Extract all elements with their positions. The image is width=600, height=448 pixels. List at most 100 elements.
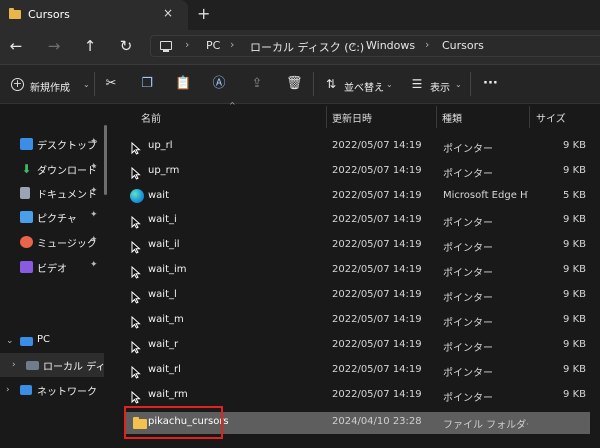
pin-icon: ✦ — [90, 137, 98, 147]
column-header-type[interactable]: 種類 — [442, 110, 462, 125]
file-size: 9 KB — [563, 314, 586, 325]
breadcrumb-pc[interactable]: PC — [206, 39, 220, 52]
sidebar-item-documents[interactable]: ドキュメント ✦ — [20, 184, 112, 206]
toolbar-divider — [94, 72, 95, 96]
column-header-date[interactable]: 更新日時 — [332, 110, 372, 125]
file-name: wait_rl — [148, 364, 181, 375]
file-row[interactable]: up_rm 2022/05/07 14:19 ポインター 9 KB — [120, 159, 590, 184]
file-date: 2022/05/07 14:19 — [332, 314, 422, 325]
file-date: 2022/05/07 14:19 — [332, 190, 422, 201]
sidebar-item-downloads[interactable]: ⬇ ダウンロード ✦ — [20, 160, 112, 182]
paste-icon[interactable]: 📋 — [175, 76, 191, 92]
file-type: Microsoft Edge HT... — [443, 190, 528, 201]
breadcrumb-separator: › — [351, 38, 356, 51]
file-date: 2022/05/07 14:19 — [332, 140, 422, 151]
edge-icon — [130, 189, 144, 203]
sidebar-item-label: ネットワーク — [37, 387, 97, 398]
sidebar-item-desktop[interactable]: デスクトップ ✦ — [20, 135, 112, 157]
tab-title: Cursors — [28, 8, 70, 21]
file-size: 9 KB — [563, 389, 586, 400]
cursor-icon — [131, 314, 141, 329]
sort-button[interactable]: 並べ替え — [344, 79, 384, 94]
file-row[interactable]: wait_m 2022/05/07 14:19 ポインター 9 KB — [120, 308, 590, 333]
file-size: 5 KB — [563, 190, 586, 201]
file-name: up_rl — [148, 140, 173, 151]
file-row[interactable]: wait_r 2022/05/07 14:19 ポインター 9 KB — [120, 333, 590, 358]
new-plus-icon[interactable]: + — [11, 78, 24, 91]
share-icon[interactable]: ⇪ — [249, 76, 265, 92]
file-size: 9 KB — [563, 364, 586, 375]
file-date: 2022/05/07 14:19 — [332, 264, 422, 275]
chevron-right-icon[interactable]: › — [12, 360, 16, 370]
file-row[interactable]: wait_i 2022/05/07 14:19 ポインター 9 KB — [120, 208, 590, 233]
sidebar-item-pc[interactable]: PC — [20, 332, 112, 354]
pin-icon: ✦ — [90, 162, 98, 172]
pin-icon: ✦ — [90, 235, 98, 245]
column-divider[interactable] — [529, 106, 530, 128]
file-size: 9 KB — [563, 165, 586, 176]
breadcrumb-windows[interactable]: Windows — [366, 39, 415, 52]
file-row[interactable]: wait_l 2022/05/07 14:19 ポインター 9 KB — [120, 283, 590, 308]
tab-close-button[interactable]: × — [163, 6, 173, 20]
drive-icon — [26, 361, 39, 370]
pin-icon: ✦ — [90, 186, 98, 196]
column-divider[interactable] — [326, 106, 327, 128]
file-type: ポインター — [443, 243, 493, 254]
sidebar-item-label: ダウンロード — [37, 166, 97, 177]
chevron-down-icon[interactable]: ⌄ — [455, 80, 462, 89]
file-row[interactable]: wait 2022/05/07 14:19 Microsoft Edge HT...… — [120, 184, 590, 209]
file-type: ポインター — [443, 343, 493, 354]
back-button[interactable]: ← — [6, 38, 26, 54]
forward-button[interactable]: → — [44, 38, 64, 54]
file-row[interactable]: up_rl 2022/05/07 14:19 ポインター 9 KB — [120, 134, 590, 159]
cut-icon[interactable]: ✂ — [103, 76, 119, 92]
file-row[interactable]: wait_rm 2022/05/07 14:19 ポインター 9 KB — [120, 383, 590, 408]
refresh-button[interactable]: ↻ — [116, 38, 136, 54]
file-size: 9 KB — [563, 264, 586, 275]
sidebar-item-label: PC — [37, 334, 51, 345]
cursor-icon — [131, 214, 141, 229]
chevron-down-icon[interactable]: ⌄ — [386, 80, 393, 89]
cursor-icon — [131, 364, 141, 379]
more-options-button[interactable]: ··· — [483, 76, 498, 91]
breadcrumb-separator: › — [425, 38, 430, 51]
file-date: 2022/05/07 14:19 — [332, 165, 422, 176]
cursor-icon — [131, 140, 141, 155]
copy-icon[interactable]: ❐ — [139, 76, 155, 92]
file-row[interactable]: wait_rl 2022/05/07 14:19 ポインター 9 KB — [120, 358, 590, 383]
file-size: 9 KB — [563, 339, 586, 350]
chevron-down-icon[interactable]: ⌄ — [83, 80, 90, 89]
new-button[interactable]: 新規作成 — [30, 79, 70, 94]
tab-cursors[interactable]: Cursors × — [0, 0, 188, 30]
sort-icon: ⇅ — [325, 77, 337, 91]
up-button[interactable]: ↑ — [80, 38, 100, 54]
view-button[interactable]: 表示 — [430, 79, 450, 94]
video-icon — [20, 261, 33, 273]
file-type: ポインター — [443, 393, 493, 404]
file-name: wait_rm — [148, 389, 188, 400]
sidebar-item-local-disk[interactable]: ローカル ディスク — [26, 356, 104, 378]
sidebar-item-music[interactable]: ミュージック ✦ — [20, 233, 112, 255]
file-size: 9 KB — [563, 289, 586, 300]
chevron-right-icon[interactable]: › — [6, 385, 10, 395]
column-header-name[interactable]: 名前 — [141, 110, 161, 125]
file-type: ポインター — [443, 318, 493, 329]
sidebar-item-pictures[interactable]: ピクチャ ✦ — [20, 208, 112, 230]
file-type: ポインター — [443, 144, 493, 155]
file-row[interactable]: wait_im 2022/05/07 14:19 ポインター 9 KB — [120, 258, 590, 283]
chevron-down-icon[interactable]: ⌄ — [6, 336, 14, 346]
column-divider[interactable] — [436, 106, 437, 128]
sidebar-item-videos[interactable]: ビデオ ✦ — [20, 258, 112, 280]
file-type: ポインター — [443, 169, 493, 180]
file-name: wait_l — [148, 289, 177, 300]
pc-monitor-icon — [160, 41, 172, 52]
column-header-size[interactable]: サイズ — [536, 110, 566, 125]
file-row[interactable]: wait_il 2022/05/07 14:19 ポインター 9 KB — [120, 233, 590, 258]
new-tab-button[interactable]: + — [197, 4, 210, 23]
breadcrumb-local-disk[interactable]: ローカル ディスク (C:) — [250, 39, 364, 55]
sidebar-item-network[interactable]: ネットワーク — [20, 381, 112, 403]
breadcrumb-cursors[interactable]: Cursors — [442, 39, 484, 52]
rename-icon[interactable]: Ⓐ — [211, 76, 227, 92]
document-icon — [20, 187, 30, 199]
delete-icon[interactable]: 🗑 — [286, 76, 303, 92]
